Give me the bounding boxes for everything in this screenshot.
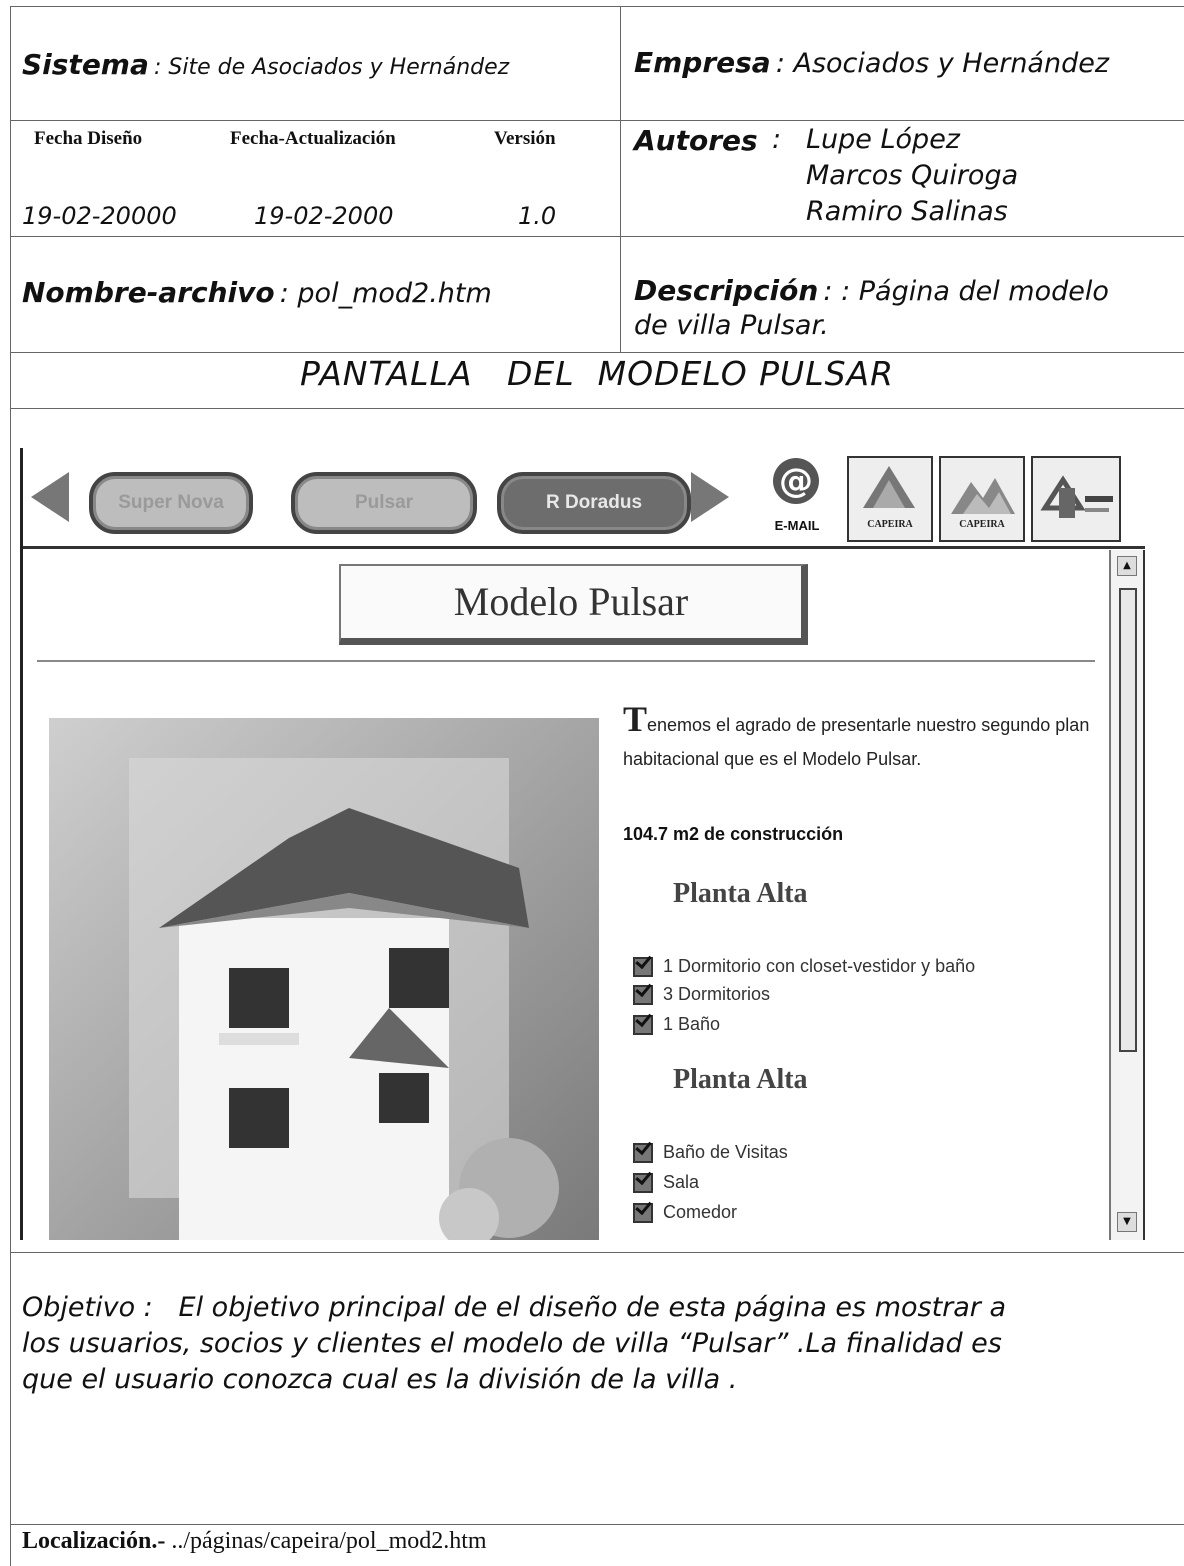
sistema-cell: Sistema : Site de Asociados y Hernández: [22, 48, 509, 81]
checkbox-bullet-icon: [633, 984, 653, 1005]
table-border-top: [10, 6, 1184, 7]
capeira-logo-caption: CAPEIRA: [867, 519, 913, 530]
localizacion-value: ../páginas/capeira/pol_mod2.htm: [171, 1528, 487, 1554]
page-screenshot: Super Nova Pulsar R Doradus @ E-MAIL CAP…: [20, 448, 1145, 1240]
intro-paragraph: Tenemos el agrado de presentarle nuestro…: [623, 699, 1103, 776]
version-label: Versión: [494, 128, 556, 149]
checkbox-bullet-icon: [633, 1014, 653, 1035]
descripcion-label: Descripción: [634, 274, 819, 307]
house-logo-icon: [1040, 475, 1113, 518]
empresa-cell: Empresa : Asociados y Hernández: [634, 46, 1109, 79]
house-illustration-icon: [49, 718, 599, 1240]
sistema-label: Sistema: [22, 48, 149, 81]
objetivo-label: Objetivo :: [22, 1292, 153, 1323]
house-image: [49, 718, 599, 1240]
nav-button-pulsar[interactable]: Pulsar: [291, 472, 477, 534]
email-link[interactable]: @ E-MAIL: [753, 458, 841, 540]
version-value: 1.0: [518, 202, 557, 230]
construction-area: 104.7 m2 de construcción: [623, 824, 844, 844]
company-logo-tile[interactable]: [1031, 456, 1121, 542]
table-rule: [10, 1524, 1184, 1525]
section-title-planta-alta-2: Planta Alta: [673, 1064, 808, 1095]
empresa-value: : Asociados y Hernández: [775, 48, 1110, 79]
empresa-label: Empresa: [634, 46, 771, 79]
list-item-label: Baño de Visitas: [663, 1142, 788, 1162]
objetivo-line-1: El objetivo principal de el diseño de es…: [178, 1292, 1007, 1323]
list-item: Baño de Visitas: [633, 1142, 788, 1163]
list-item-label: 3 Dormitorios: [663, 984, 771, 1004]
list-item: Comedor: [633, 1202, 737, 1223]
archivo-value: : pol_mod2.htm: [279, 278, 492, 309]
list-item: Sala: [633, 1172, 699, 1193]
scrollbar-thumb[interactable]: [1119, 588, 1137, 1052]
descripcion-value-line1: : : Página del modelo: [823, 276, 1109, 307]
autor-3: Ramiro Salinas: [806, 196, 1008, 227]
autor-1: Lupe López: [806, 124, 960, 155]
title-divider: [37, 660, 1095, 662]
list-item: 1 Baño: [633, 1014, 720, 1035]
previous-arrow-icon[interactable]: [31, 472, 69, 522]
capeira-mountain-logo-tile[interactable]: CAPEIRA: [939, 456, 1025, 542]
fecha-diseno-label: Fecha Diseño: [34, 128, 143, 149]
scroll-down-arrow-icon[interactable]: ▼: [1117, 1212, 1137, 1232]
table-rule: [10, 120, 1184, 121]
localizacion-label: Localización.-: [22, 1528, 166, 1554]
scroll-up-arrow-icon[interactable]: ▲: [1117, 556, 1137, 576]
objetivo-line-3: que el usuario conozca cual es la divisi…: [22, 1364, 738, 1395]
fecha-diseno-value: 19-02-20000: [22, 202, 177, 230]
descripcion-value-line2: de villa Pulsar.: [634, 310, 829, 341]
list-item-label: Comedor: [663, 1202, 738, 1222]
list-item-label: 1 Dormitorio con closet-vestidor y baño: [663, 956, 976, 976]
localizacion-row: Localización.- ../páginas/capeira/pol_mo…: [22, 1528, 487, 1555]
list-item-label: Sala: [663, 1172, 700, 1192]
list-item-label: 1 Baño: [663, 1014, 721, 1034]
autores-sep: :: [772, 124, 782, 155]
next-arrow-icon[interactable]: [691, 472, 729, 522]
intro-first-letter: T: [623, 699, 648, 739]
intro-text: enemos el agrado de presentarle nuestro …: [623, 715, 1090, 769]
fecha-actualizacion-value: 19-02-2000: [254, 202, 394, 230]
pantalla-title: PANTALLA DEL MODELO PULSAR: [299, 354, 895, 393]
table-rule: [10, 236, 1184, 237]
email-label: E-MAIL: [774, 518, 820, 533]
descripcion-cell: Descripción : : Página del modelo: [634, 274, 1109, 307]
archivo-label: Nombre-archivo: [22, 276, 275, 309]
capeira-logo-tile[interactable]: CAPEIRA: [847, 456, 933, 542]
page-title: Modelo Pulsar: [339, 564, 808, 645]
autor-2: Marcos Quiroga: [806, 160, 1019, 191]
table-border-left: [10, 6, 11, 1566]
vertical-scrollbar[interactable]: ▲ ▼: [1109, 550, 1145, 1240]
navigation-bar: Super Nova Pulsar R Doradus @ E-MAIL CAP…: [23, 448, 1145, 549]
capeira-mountain-caption: CAPEIRA: [959, 519, 1005, 530]
checkbox-bullet-icon: [633, 956, 653, 977]
nav-button-r-doradus[interactable]: R Doradus: [497, 472, 691, 534]
list-item: 3 Dormitorios: [633, 984, 770, 1005]
checkbox-bullet-icon: [633, 1172, 653, 1193]
table-rule: [10, 1252, 1184, 1253]
checkbox-bullet-icon: [633, 1202, 653, 1223]
objetivo-line-2: los usuarios, socios y clientes el model…: [22, 1328, 1002, 1359]
list-item: 1 Dormitorio con closet-vestidor y baño: [633, 956, 975, 977]
table-column-divider: [620, 6, 621, 352]
nav-button-super-nova[interactable]: Super Nova: [89, 472, 253, 534]
checkbox-bullet-icon: [633, 1142, 653, 1163]
autores-label: Autores: [634, 124, 758, 157]
archivo-cell: Nombre-archivo : pol_mod2.htm: [22, 276, 492, 309]
table-rule: [10, 352, 1184, 353]
fecha-actualizacion-label: Fecha-Actualización: [230, 128, 396, 149]
table-rule: [10, 408, 1184, 409]
sistema-value: : Site de Asociados y Hernández: [153, 55, 510, 80]
section-title-planta-alta-1: Planta Alta: [673, 878, 808, 909]
at-sign-icon: @: [773, 458, 819, 504]
objetivo-block: Objetivo : El objetivo principal de el d…: [22, 1290, 1006, 1398]
